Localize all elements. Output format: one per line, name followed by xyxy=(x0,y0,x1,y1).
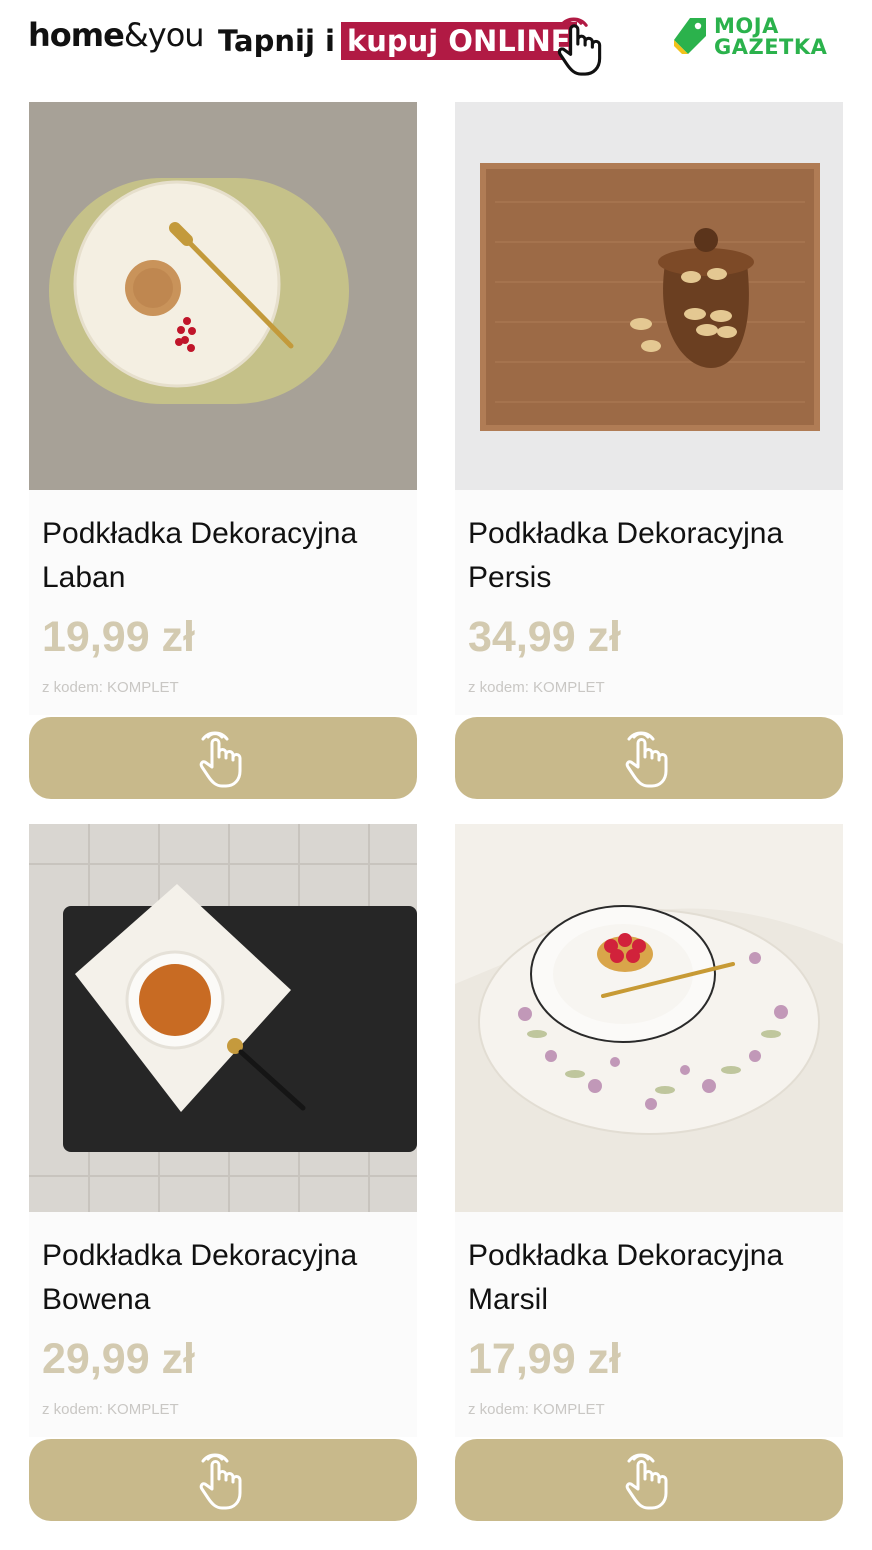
product-name[interactable]: Podkładka Dekoracyjna Bowena xyxy=(42,1234,412,1322)
product-info-panel: Podkładka Dekoracyjna Bowena 29,99 zł z … xyxy=(29,1212,417,1437)
product-image[interactable] xyxy=(29,102,417,490)
product-price: 19,99 zł xyxy=(42,613,195,661)
header: home&you Tapnij i kupuj ONLINE MOJA GAZE… xyxy=(0,0,872,90)
product-price: 34,99 zł xyxy=(468,613,621,661)
promo-code-text: z kodem: KOMPLET xyxy=(42,679,179,696)
product-image[interactable] xyxy=(455,824,843,1212)
tap-to-buy-banner[interactable]: Tapnij i kupuj ONLINE xyxy=(218,22,577,60)
gazetka-text: MOJA GAZETKA xyxy=(714,16,827,58)
product-name[interactable]: Podkładka Dekoracyjna Persis xyxy=(468,512,838,600)
tap-hand-icon xyxy=(622,1449,676,1511)
buy-button[interactable] xyxy=(455,1439,843,1521)
product-name[interactable]: Podkładka Dekoracyjna Laban xyxy=(42,512,412,600)
home-and-you-logo[interactable]: home&you xyxy=(28,16,205,54)
tap-text: Tapnij i xyxy=(218,24,335,58)
product-info-panel: Podkładka Dekoracyjna Laban 19,99 zł z k… xyxy=(29,490,417,715)
product-price: 17,99 zł xyxy=(468,1335,621,1383)
tap-hand-icon xyxy=(196,727,250,789)
promo-code-text: z kodem: KOMPLET xyxy=(468,679,605,696)
product-info-panel: Podkładka Dekoracyjna Marsil 17,99 zł z … xyxy=(455,1212,843,1437)
promo-code-text: z kodem: KOMPLET xyxy=(42,1401,179,1418)
buy-button[interactable] xyxy=(29,717,417,799)
logo-bold-text: home xyxy=(28,16,125,54)
logo-light-text: &you xyxy=(123,16,205,54)
tap-hand-icon xyxy=(196,1449,250,1511)
tap-hand-icon xyxy=(622,727,676,789)
buy-button[interactable] xyxy=(455,717,843,799)
promo-code-text: z kodem: KOMPLET xyxy=(468,1401,605,1418)
product-price: 29,99 zł xyxy=(42,1335,195,1383)
gazetka-line-1: MOJA xyxy=(714,14,779,38)
buy-online-highlight: kupuj ONLINE xyxy=(340,22,577,60)
gazetka-line-2: GAZETKA xyxy=(714,35,828,59)
product-info-panel: Podkładka Dekoracyjna Persis 34,99 zł z … xyxy=(455,490,843,715)
product-name[interactable]: Podkładka Dekoracyjna Marsil xyxy=(468,1234,838,1322)
gazetka-tag-icon xyxy=(674,18,706,54)
product-image[interactable] xyxy=(455,102,843,490)
tap-hand-icon[interactable] xyxy=(554,12,610,78)
buy-button[interactable] xyxy=(29,1439,417,1521)
product-image[interactable] xyxy=(29,824,417,1212)
